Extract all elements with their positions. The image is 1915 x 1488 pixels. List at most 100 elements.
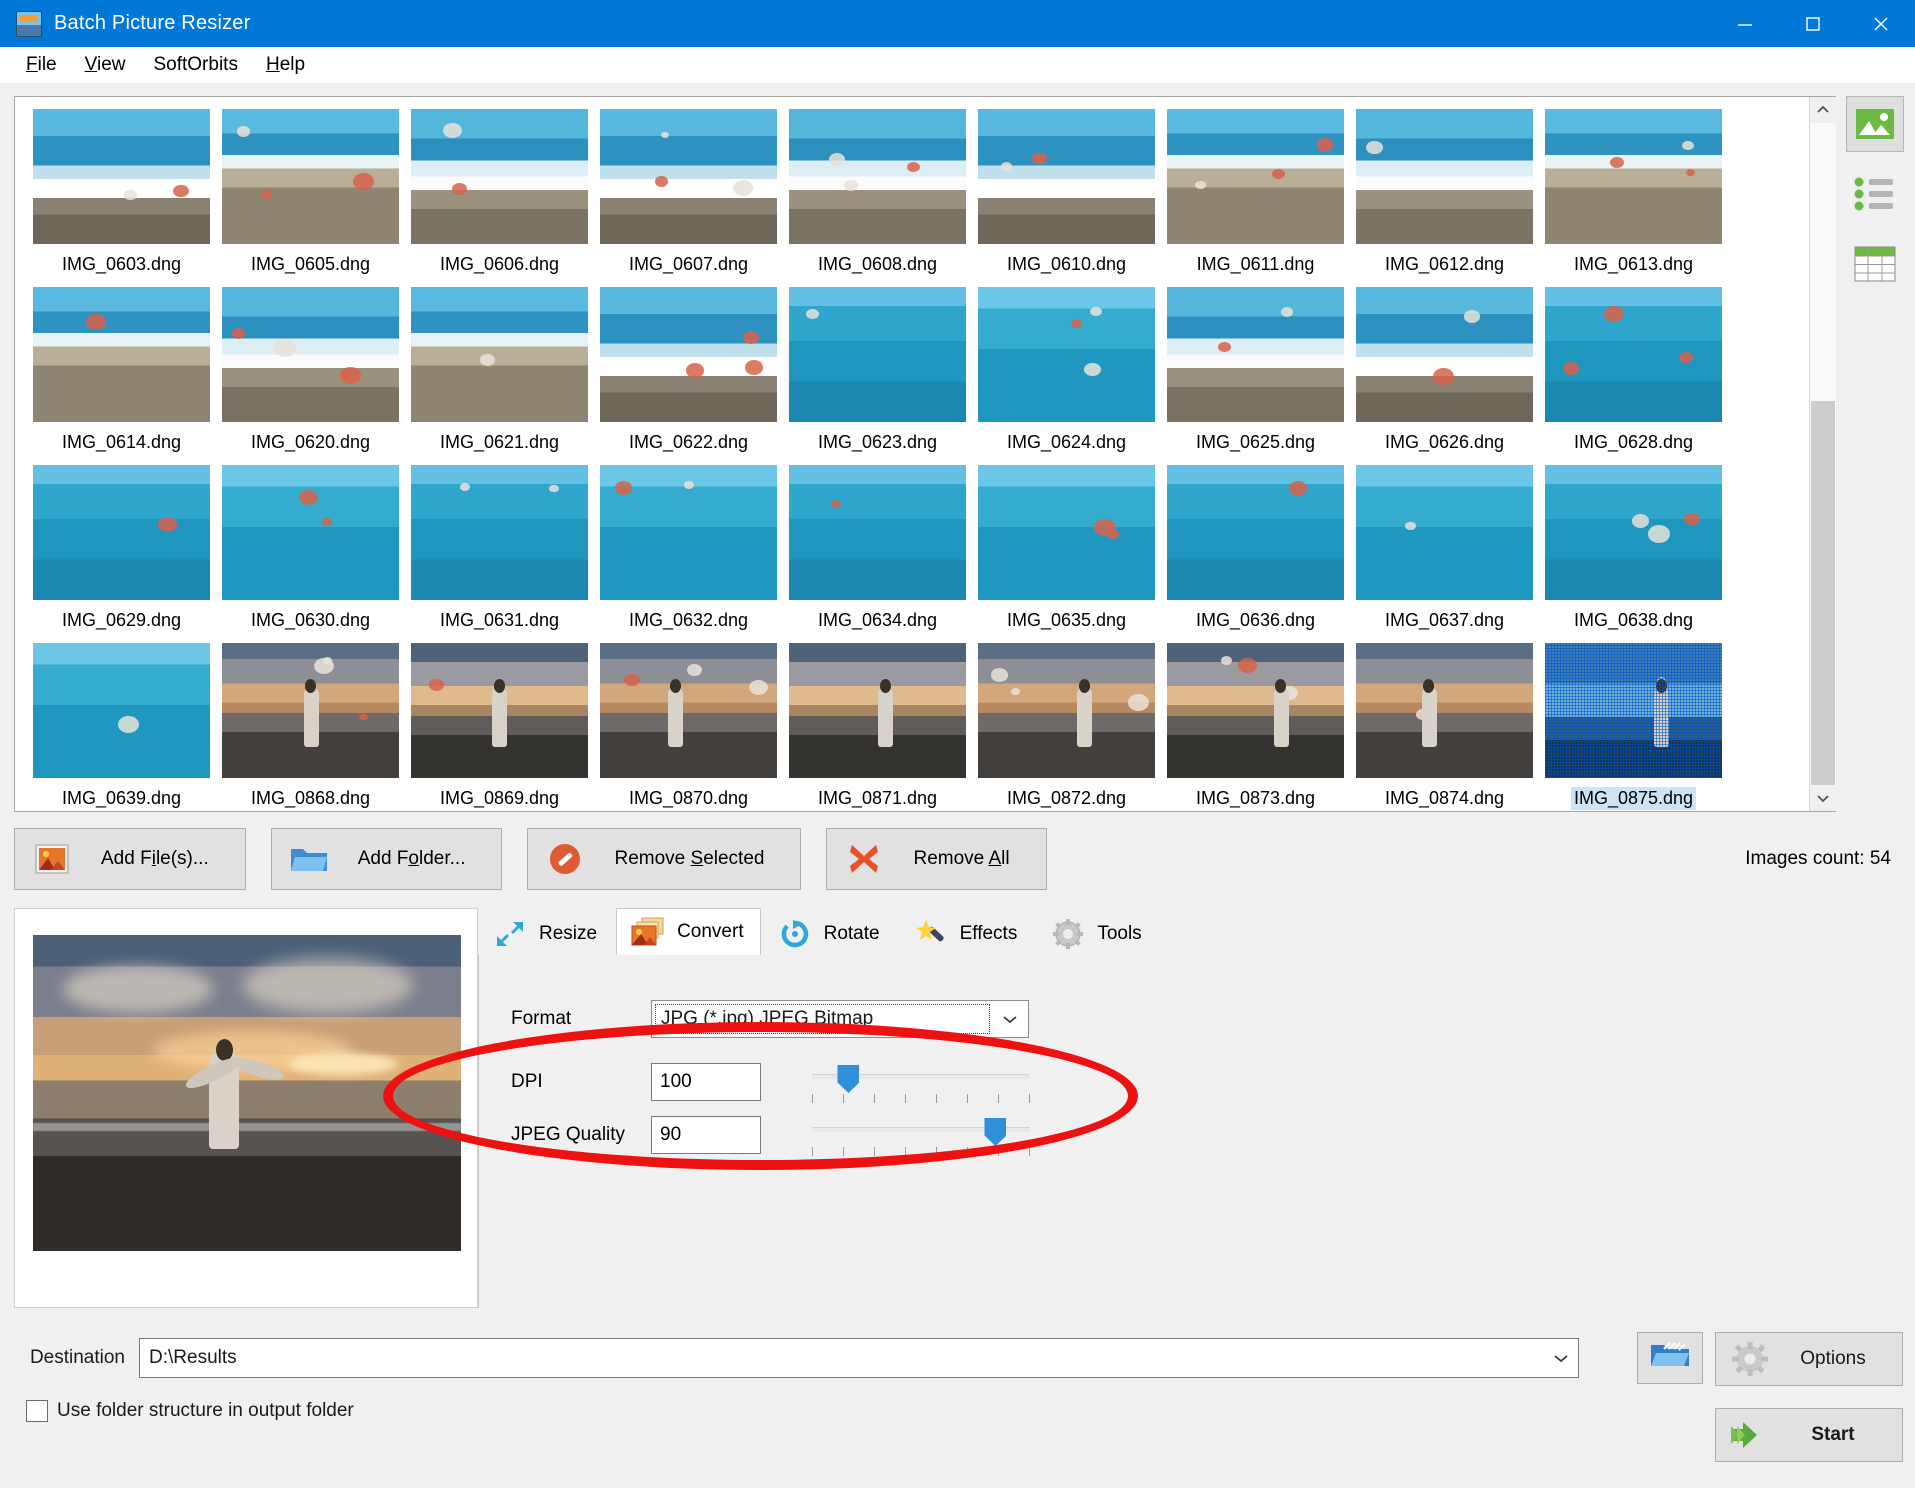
remove-selected-button[interactable]: Remove Selected bbox=[527, 828, 802, 890]
scroll-down-icon[interactable] bbox=[1809, 785, 1836, 811]
thumbnail-image[interactable] bbox=[411, 643, 588, 778]
thumbnail-image[interactable] bbox=[33, 465, 210, 600]
thumbnail-item[interactable]: IMG_0638.dng bbox=[1539, 461, 1728, 639]
thumbnail-image[interactable] bbox=[411, 109, 588, 244]
list-view-icon[interactable] bbox=[1846, 166, 1904, 222]
thumbnail-image[interactable] bbox=[222, 109, 399, 244]
thumbnail-item[interactable]: IMG_0605.dng bbox=[216, 105, 405, 283]
thumbnail-item[interactable]: IMG_0606.dng bbox=[405, 105, 594, 283]
thumbnail-item[interactable]: IMG_0868.dng bbox=[216, 639, 405, 811]
thumbnail-image[interactable] bbox=[1167, 109, 1344, 244]
tab-convert[interactable]: Convert bbox=[616, 908, 761, 955]
thumbnail-scrollbar[interactable] bbox=[1809, 97, 1836, 811]
tab-rotate[interactable]: Rotate bbox=[762, 911, 897, 955]
add-files-button[interactable]: Add File(s)... bbox=[14, 828, 246, 890]
scrollbar-track[interactable] bbox=[1809, 123, 1836, 785]
thumbnail-item[interactable]: IMG_0614.dng bbox=[27, 283, 216, 461]
thumbnail-item[interactable]: IMG_0870.dng bbox=[594, 639, 783, 811]
table-view-icon[interactable] bbox=[1846, 236, 1904, 292]
thumbnail-item[interactable]: IMG_0624.dng bbox=[972, 283, 1161, 461]
thumbnail-item[interactable]: IMG_0874.dng bbox=[1350, 639, 1539, 811]
thumbnail-item[interactable]: IMG_0630.dng bbox=[216, 461, 405, 639]
use-folder-structure-row[interactable]: Use folder structure in output folder bbox=[26, 1400, 354, 1422]
thumbnail-image[interactable] bbox=[600, 287, 777, 422]
tab-tools[interactable]: Tools bbox=[1036, 911, 1159, 955]
chevron-down-icon[interactable] bbox=[992, 1001, 1028, 1037]
thumbnail-image[interactable] bbox=[789, 643, 966, 778]
jpeg-slider-thumb[interactable] bbox=[984, 1118, 1007, 1146]
start-button[interactable]: Start bbox=[1715, 1408, 1903, 1462]
thumbnail-image[interactable] bbox=[1356, 643, 1533, 778]
use-folder-structure-checkbox[interactable] bbox=[26, 1400, 48, 1422]
thumbnail-item[interactable]: IMG_0871.dng bbox=[783, 639, 972, 811]
thumbnail-image[interactable] bbox=[978, 643, 1155, 778]
thumbnail-image[interactable] bbox=[1167, 287, 1344, 422]
thumbnail-item[interactable]: IMG_0608.dng bbox=[783, 105, 972, 283]
thumbnail-image[interactable] bbox=[222, 643, 399, 778]
destination-input[interactable]: D:\Results bbox=[139, 1338, 1579, 1378]
remove-all-button[interactable]: Remove All bbox=[826, 828, 1047, 890]
jpeg-quality-input[interactable]: 90 bbox=[651, 1116, 761, 1154]
thumbnail-image[interactable] bbox=[600, 465, 777, 600]
thumbnail-item[interactable]: IMG_0875.dng bbox=[1539, 639, 1728, 811]
thumbnail-item[interactable]: IMG_0637.dng bbox=[1350, 461, 1539, 639]
thumbnail-item[interactable]: IMG_0635.dng bbox=[972, 461, 1161, 639]
thumbnail-item[interactable]: IMG_0869.dng bbox=[405, 639, 594, 811]
thumbnail-image[interactable] bbox=[600, 643, 777, 778]
thumbnail-item[interactable]: IMG_0636.dng bbox=[1161, 461, 1350, 639]
thumbnail-item[interactable]: IMG_0629.dng bbox=[27, 461, 216, 639]
thumbnail-image[interactable] bbox=[978, 109, 1155, 244]
thumbnail-item[interactable]: IMG_0639.dng bbox=[27, 639, 216, 811]
thumbnail-view-icon[interactable] bbox=[1846, 96, 1904, 152]
menu-view[interactable]: View bbox=[71, 50, 140, 80]
thumbnail-item[interactable]: IMG_0621.dng bbox=[405, 283, 594, 461]
thumbnail-image[interactable] bbox=[222, 287, 399, 422]
close-button[interactable] bbox=[1847, 0, 1915, 47]
thumbnail-item[interactable]: IMG_0620.dng bbox=[216, 283, 405, 461]
thumbnail-image[interactable] bbox=[1356, 465, 1533, 600]
jpeg-quality-slider[interactable] bbox=[812, 1113, 1030, 1157]
menu-help[interactable]: Help bbox=[252, 50, 319, 80]
thumbnail-item[interactable]: IMG_0632.dng bbox=[594, 461, 783, 639]
thumbnail-item[interactable]: IMG_0603.dng bbox=[27, 105, 216, 283]
thumbnail-image[interactable] bbox=[411, 465, 588, 600]
thumbnail-image[interactable] bbox=[1356, 287, 1533, 422]
menu-file[interactable]: File bbox=[12, 50, 71, 80]
thumbnail-image[interactable] bbox=[789, 109, 966, 244]
minimize-button[interactable] bbox=[1711, 0, 1779, 47]
thumbnail-image[interactable] bbox=[411, 287, 588, 422]
thumbnail-image[interactable] bbox=[789, 287, 966, 422]
thumbnail-image[interactable] bbox=[1167, 643, 1344, 778]
thumbnail-image[interactable] bbox=[978, 465, 1155, 600]
maximize-button[interactable] bbox=[1779, 0, 1847, 47]
dpi-input[interactable]: 100 bbox=[651, 1063, 761, 1101]
scrollbar-thumb[interactable] bbox=[1810, 401, 1835, 785]
thumbnail-image[interactable] bbox=[1167, 465, 1344, 600]
thumbnail-item[interactable]: IMG_0622.dng bbox=[594, 283, 783, 461]
thumbnail-item[interactable]: IMG_0612.dng bbox=[1350, 105, 1539, 283]
thumbnail-image[interactable] bbox=[1356, 109, 1533, 244]
thumbnail-item[interactable]: IMG_0873.dng bbox=[1161, 639, 1350, 811]
add-folder-button[interactable]: Add Folder... bbox=[270, 828, 503, 890]
thumbnail-grid[interactable]: IMG_0603.dng IMG_0605.dng IMG_0606.dng IMG_… bbox=[15, 97, 1809, 811]
thumbnail-image[interactable] bbox=[978, 287, 1155, 422]
scroll-up-icon[interactable] bbox=[1809, 97, 1836, 123]
thumbnail-item[interactable]: IMG_0607.dng bbox=[594, 105, 783, 283]
thumbnail-image[interactable] bbox=[222, 465, 399, 600]
thumbnail-item[interactable]: IMG_0626.dng bbox=[1350, 283, 1539, 461]
dpi-slider-thumb[interactable] bbox=[837, 1065, 860, 1093]
thumbnail-item[interactable]: IMG_0613.dng bbox=[1539, 105, 1728, 283]
thumbnail-image[interactable] bbox=[1545, 109, 1722, 244]
thumbnail-item[interactable]: IMG_0634.dng bbox=[783, 461, 972, 639]
tab-effects[interactable]: Effects bbox=[898, 911, 1035, 955]
thumbnail-item[interactable]: IMG_0611.dng bbox=[1161, 105, 1350, 283]
thumbnail-image[interactable] bbox=[33, 287, 210, 422]
thumbnail-image[interactable] bbox=[33, 643, 210, 778]
thumbnail-image[interactable] bbox=[600, 109, 777, 244]
thumbnail-item[interactable]: IMG_0872.dng bbox=[972, 639, 1161, 811]
thumbnail-image[interactable] bbox=[1545, 287, 1722, 422]
options-button[interactable]: Options bbox=[1715, 1332, 1903, 1386]
thumbnail-item[interactable]: IMG_0631.dng bbox=[405, 461, 594, 639]
dpi-slider[interactable] bbox=[812, 1060, 1030, 1104]
menu-softorbits[interactable]: SoftOrbits bbox=[139, 50, 251, 80]
